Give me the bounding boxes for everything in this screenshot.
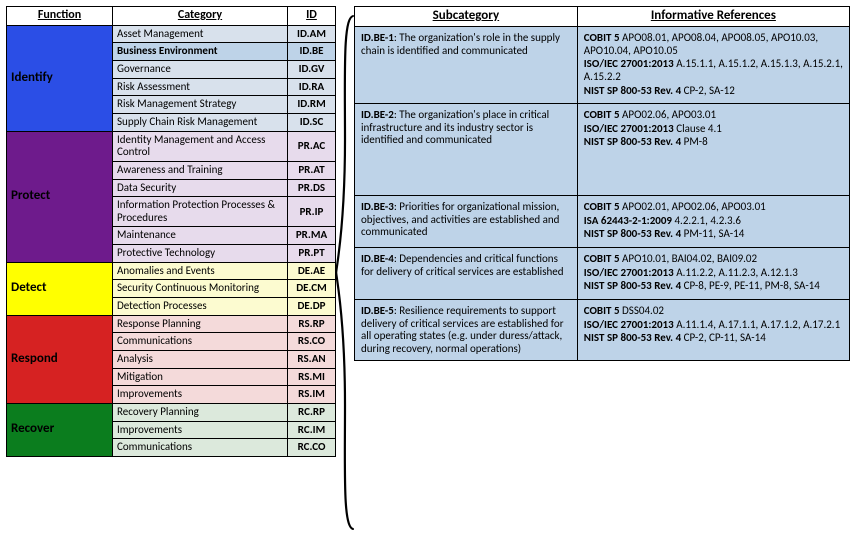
category-cell: Mitigation [113,368,288,386]
id-cell: PR.IP [288,197,336,227]
id-cell: PR.PT [288,245,336,263]
category-cell: Governance [113,61,288,79]
category-row: IdentifyAsset ManagementID.AM [7,25,336,43]
function-cell: Recover [7,403,113,456]
col-header-references: Informative References [577,7,849,27]
category-cell: Risk Management Strategy [113,96,288,114]
category-cell: Supply Chain Risk Management [113,114,288,132]
id-cell: RC.RP [288,403,336,421]
id-cell: PR.MA [288,227,336,245]
id-cell: RC.IM [288,421,336,439]
subcategory-row: ID.BE-5: Resilience requirements to supp… [355,299,850,361]
col-header-category: Category [113,7,288,26]
references-cell: COBIT 5 DSS04.02ISO/IEC 27001:2013 A.11.… [577,299,849,361]
category-cell: Detection Processes [113,298,288,316]
category-cell: Identity Management and Access Control [113,131,288,161]
references-cell: COBIT 5 APO02.01, APO02.06, APO03.01ISA … [577,196,849,248]
id-cell: DE.AE [288,262,336,280]
subcategory-cell: ID.BE-1: The organization's role in the … [355,26,578,103]
id-cell: DE.DP [288,298,336,316]
category-cell: Data Security [113,179,288,197]
category-cell: Improvements [113,421,288,439]
subcategory-row: ID.BE-3: Priorities for organizational m… [355,196,850,248]
category-cell: Awareness and Training [113,161,288,179]
id-cell: ID.BE [288,43,336,61]
id-cell: RS.CO [288,333,336,351]
references-cell: COBIT 5 APO02.06, APO03.01ISO/IEC 27001:… [577,104,849,196]
category-cell: Protective Technology [113,245,288,263]
id-cell: PR.DS [288,179,336,197]
category-row: ProtectIdentity Management and Access Co… [7,131,336,161]
framework-core-table: Function Category ID IdentifyAsset Manag… [6,6,336,539]
category-cell: Security Continuous Monitoring [113,280,288,298]
subcategory-row: ID.BE-1: The organization's role in the … [355,26,850,103]
id-cell: RC.CO [288,439,336,457]
subcategory-table-wrap: Subcategory Informative References ID.BE… [354,6,850,539]
id-cell: RS.RP [288,315,336,333]
category-cell: Anomalies and Events [113,262,288,280]
id-cell: RS.MI [288,368,336,386]
left-table: Function Category ID IdentifyAsset Manag… [6,6,336,457]
curly-brace-icon [334,12,356,533]
category-row: RecoverRecovery PlanningRC.RP [7,403,336,421]
category-cell: Communications [113,333,288,351]
id-cell: ID.AM [288,25,336,43]
subcategory-cell: ID.BE-3: Priorities for organizational m… [355,196,578,248]
function-cell: Protect [7,131,113,262]
function-cell: Identify [7,25,113,131]
brace-connector [336,6,354,539]
category-cell: Maintenance [113,227,288,245]
category-cell: Response Planning [113,315,288,333]
category-cell: Communications [113,439,288,457]
category-row: DetectAnomalies and EventsDE.AE [7,262,336,280]
function-cell: Respond [7,315,113,403]
id-cell: ID.RM [288,96,336,114]
category-cell: Risk Assessment [113,78,288,96]
col-header-id: ID [288,7,336,26]
subcategory-cell: ID.BE-2: The organization's place in cri… [355,104,578,196]
id-cell: ID.GV [288,61,336,79]
category-cell: Analysis [113,350,288,368]
col-header-subcategory: Subcategory [355,7,578,27]
category-cell: Business Environment [113,43,288,61]
id-cell: RS.AN [288,350,336,368]
subcategory-row: ID.BE-2: The organization's place in cri… [355,104,850,196]
right-table: Subcategory Informative References ID.BE… [354,6,850,361]
subcategory-cell: ID.BE-5: Resilience requirements to supp… [355,299,578,361]
references-cell: COBIT 5 APO10.01, BAI04.02, BAI09.02ISO/… [577,247,849,299]
id-cell: DE.CM [288,280,336,298]
references-cell: COBIT 5 APO08.01, APO08.04, APO08.05, AP… [577,26,849,103]
function-cell: Detect [7,262,113,315]
category-cell: Information Protection Processes & Proce… [113,197,288,227]
category-cell: Asset Management [113,25,288,43]
category-row: RespondResponse PlanningRS.RP [7,315,336,333]
subcategory-row: ID.BE-4: Dependencies and critical funct… [355,247,850,299]
category-cell: Recovery Planning [113,403,288,421]
id-cell: PR.AT [288,161,336,179]
subcategory-cell: ID.BE-4: Dependencies and critical funct… [355,247,578,299]
id-cell: RS.IM [288,386,336,404]
id-cell: ID.RA [288,78,336,96]
category-cell: Improvements [113,386,288,404]
id-cell: ID.SC [288,114,336,132]
id-cell: PR.AC [288,131,336,161]
col-header-function: Function [7,7,113,26]
